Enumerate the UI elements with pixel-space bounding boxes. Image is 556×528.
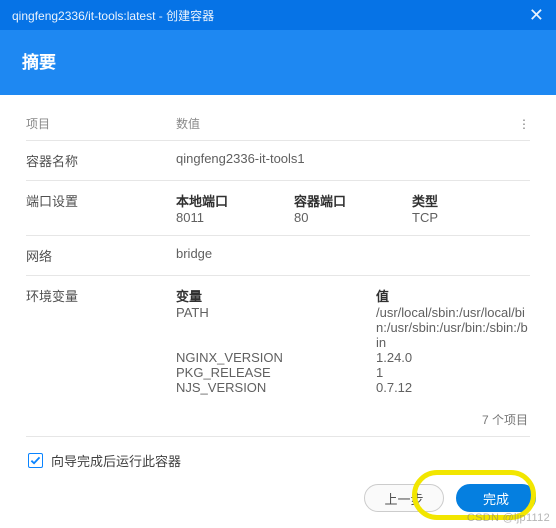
titlebar: qingfeng2336/it-tools:latest - 创建容器 ✕: [0, 0, 556, 30]
col-val-header: 数值: [176, 115, 514, 132]
row-key-port: 端口设置: [26, 191, 176, 210]
env-row: PKG_RELEASE1: [176, 365, 530, 380]
summary-content: 项目 数值 ⋮ 容器名称 qingfeng2336-it-tools1 端口设置…: [0, 95, 556, 474]
table-header: 项目 数值 ⋮: [26, 115, 530, 140]
env-row: NJS_VERSION0.7.12: [176, 380, 530, 395]
row-val-network: bridge: [176, 246, 530, 261]
port-local: 8011: [176, 210, 294, 225]
dialog-title: qingfeng2336/it-tools:latest - 创建容器: [12, 7, 214, 24]
env-head-var: 变量: [176, 286, 376, 305]
finish-button[interactable]: 完成: [456, 484, 536, 512]
row-key-env: 环境变量: [26, 286, 176, 305]
env-var: PATH: [176, 305, 376, 350]
row-key-network: 网络: [26, 246, 176, 265]
row-val-port: 本地端口 容器端口 类型 8011 80 TCP: [176, 191, 530, 225]
section-header: 摘要: [0, 30, 556, 95]
port-container: 80: [294, 210, 412, 225]
table-row: 环境变量 变量 值 PATH/usr/local/sbin:/usr/local…: [26, 275, 530, 405]
row-val-container-name: qingfeng2336-it-tools1: [176, 151, 530, 166]
port-head-container: 容器端口: [294, 191, 412, 210]
table-row: 端口设置 本地端口 容器端口 类型 8011 80 TCP: [26, 180, 530, 235]
back-button[interactable]: 上一步: [364, 484, 444, 512]
env-var: NGINX_VERSION: [176, 350, 376, 365]
row-val-env: 变量 值 PATH/usr/local/sbin:/usr/local/bin:…: [176, 286, 530, 395]
header-title: 摘要: [22, 53, 56, 72]
run-after-option[interactable]: 向导完成后运行此容器: [26, 449, 530, 474]
port-type: TCP: [412, 210, 530, 225]
env-var: NJS_VERSION: [176, 380, 376, 395]
env-val: 0.7.12: [376, 380, 530, 395]
run-after-label: 向导完成后运行此容器: [51, 451, 181, 470]
table-row: 网络 bridge: [26, 235, 530, 275]
env-row: PATH/usr/local/sbin:/usr/local/bin:/usr/…: [176, 305, 530, 350]
close-icon[interactable]: ✕: [529, 6, 544, 24]
create-container-dialog: qingfeng2336/it-tools:latest - 创建容器 ✕ 摘要…: [0, 0, 556, 528]
env-val: /usr/local/sbin:/usr/local/bin:/usr/sbin…: [376, 305, 530, 350]
env-head-val: 值: [376, 286, 530, 305]
items-count: 7 个项目: [26, 405, 530, 428]
port-head-type: 类型: [412, 191, 530, 210]
watermark: CSDN @ljp1112: [467, 512, 550, 524]
port-head-local: 本地端口: [176, 191, 294, 210]
env-row: NGINX_VERSION1.24.0: [176, 350, 530, 365]
kebab-menu-icon[interactable]: ⋮: [514, 117, 530, 131]
env-val: 1: [376, 365, 530, 380]
checkbox-checked-icon[interactable]: [28, 453, 43, 468]
env-val: 1.24.0: [376, 350, 530, 365]
table-row: 容器名称 qingfeng2336-it-tools1: [26, 140, 530, 180]
divider: [26, 436, 530, 437]
row-key-container-name: 容器名称: [26, 151, 176, 170]
env-var: PKG_RELEASE: [176, 365, 376, 380]
col-key-header: 项目: [26, 115, 176, 132]
